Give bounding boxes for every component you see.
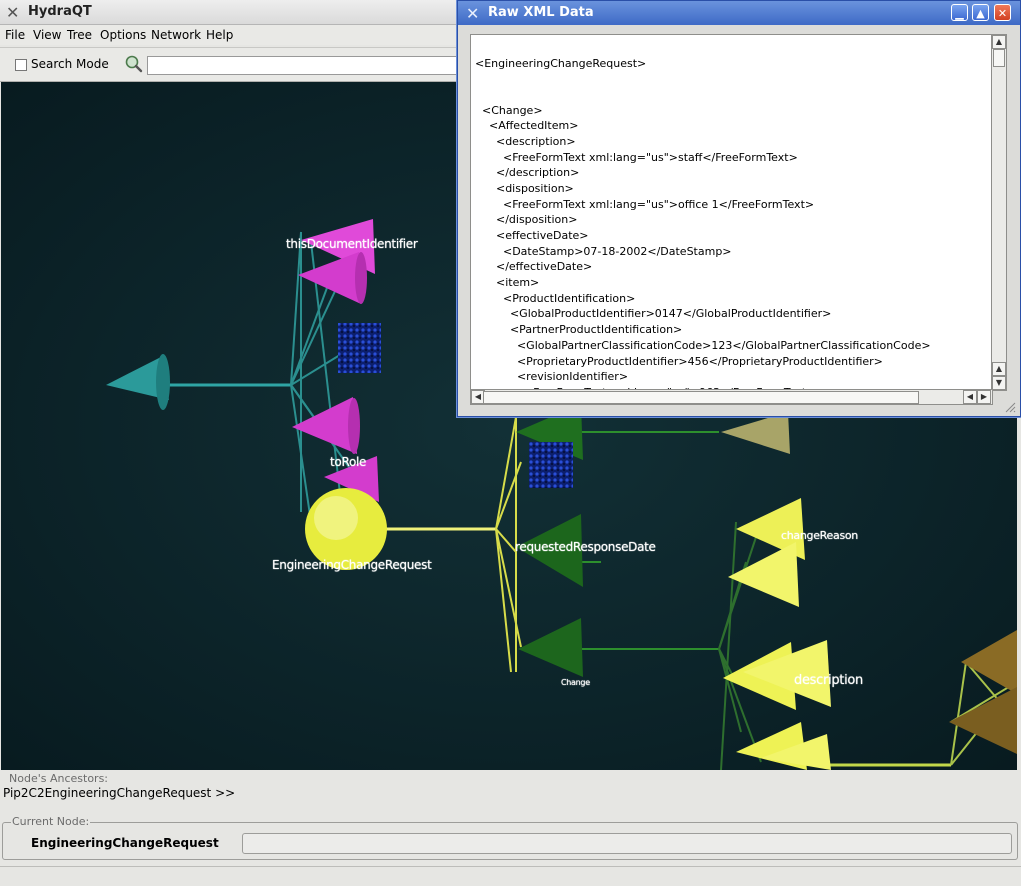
ancestors-title: Node's Ancestors: — [9, 772, 109, 785]
window-title: HydraQT — [28, 4, 92, 19]
search-mode-label: Search Mode — [31, 57, 109, 71]
scroll-right-arrow-icon[interactable]: ▶ — [977, 390, 991, 404]
xml-line: <effectiveDate> — [475, 229, 589, 242]
current-node-title: Current Node: — [11, 815, 91, 828]
maximize-button[interactable]: ▲ — [972, 4, 989, 21]
minimize-button[interactable]: ▁ — [951, 4, 968, 21]
scroll-left-arrow-icon[interactable]: ◀ — [963, 390, 977, 404]
xml-line: <item> — [475, 276, 540, 289]
label-this-document-identifier: thisDocumentIdentifier — [286, 237, 418, 251]
close-button[interactable]: ✕ — [994, 4, 1011, 21]
current-node-field[interactable] — [242, 833, 1012, 854]
xml-line: <FreeFormText xml:lang="us">staff</FreeF… — [475, 151, 798, 164]
scroll-down-arrow-icon[interactable]: ▼ — [992, 376, 1006, 390]
x-logo-icon: ✕ — [466, 4, 480, 23]
menu-tree[interactable]: Tree — [67, 28, 92, 42]
menu-help[interactable]: Help — [206, 28, 233, 42]
xml-line: <revisionIdentifier> — [475, 370, 629, 383]
xml-line: <PartnerProductIdentification> — [475, 323, 683, 336]
xml-line: <FreeFormText xml:lang="us">office 1</Fr… — [475, 198, 815, 211]
label-to-role: toRole — [330, 455, 367, 469]
texture-node — [338, 323, 381, 373]
xml-line: <description> — [475, 135, 576, 148]
xml-line: <GlobalProductIdentifier>0147</GlobalPro… — [475, 307, 832, 320]
menu-network[interactable]: Network — [151, 28, 201, 42]
horizontal-scrollbar[interactable]: ◀ ◀ ▶ — [470, 389, 993, 405]
vertical-scroll-thumb[interactable] — [993, 49, 1005, 67]
xml-line: <EngineeringChangeRequest> — [475, 57, 647, 70]
scroll-up-arrow-icon[interactable]: ▲ — [992, 35, 1006, 49]
xml-line: <GlobalPartnerClassificationCode>123</Gl… — [475, 339, 931, 352]
scroll-up-arrow-icon[interactable]: ▲ — [992, 362, 1006, 376]
texture-node — [529, 442, 573, 488]
xml-line: <Change> — [475, 104, 543, 117]
search-mode-checkbox[interactable] — [15, 59, 27, 71]
xml-line: </effectiveDate> — [475, 260, 593, 273]
xml-titlebar[interactable]: ✕ Raw XML Data ▁ ▲ ✕ — [458, 1, 1020, 25]
label-change: Change — [561, 678, 590, 687]
xml-line: <DateStamp>07-18-2002</DateStamp> — [475, 245, 732, 258]
label-engineering-change-request: EngineeringChangeRequest — [272, 558, 432, 572]
raw-xml-window: ✕ Raw XML Data ▁ ▲ ✕ <EngineeringChangeR… — [457, 0, 1021, 417]
resize-grip-icon[interactable] — [1004, 401, 1016, 413]
ancestors-path[interactable]: Pip2C2EngineeringChangeRequest >> — [3, 786, 235, 800]
xml-window-title: Raw XML Data — [488, 5, 594, 20]
xml-line: </description> — [475, 166, 580, 179]
current-node-group: Current Node: EngineeringChangeRequest — [2, 815, 1018, 860]
current-node-name: EngineeringChangeRequest — [31, 836, 219, 850]
vertical-scrollbar[interactable]: ▲ ▲ ▼ — [991, 34, 1007, 391]
status-strip — [0, 866, 1021, 886]
horizontal-scroll-thumb[interactable] — [483, 391, 919, 404]
menu-view[interactable]: View — [33, 28, 61, 42]
xml-line: <AffectedItem> — [475, 119, 579, 132]
magnifier-icon[interactable] — [124, 54, 144, 74]
xml-line: <ProprietaryProductIdentifier>456</Propr… — [475, 355, 883, 368]
search-input[interactable] — [147, 56, 475, 75]
label-description: description — [794, 673, 863, 688]
x-logo-icon: ✕ — [6, 3, 20, 22]
menu-options[interactable]: Options — [100, 28, 146, 42]
xml-line: </disposition> — [475, 213, 578, 226]
menu-file[interactable]: File — [5, 28, 25, 42]
xml-line: <disposition> — [475, 182, 574, 195]
xml-line: <ProductIdentification> — [475, 292, 636, 305]
label-change-reason: changeReason — [781, 529, 858, 542]
label-requested-response-date: requestedResponseDate — [515, 540, 656, 554]
xml-text-area[interactable]: <EngineeringChangeRequest> <Change> <Aff… — [470, 34, 994, 391]
